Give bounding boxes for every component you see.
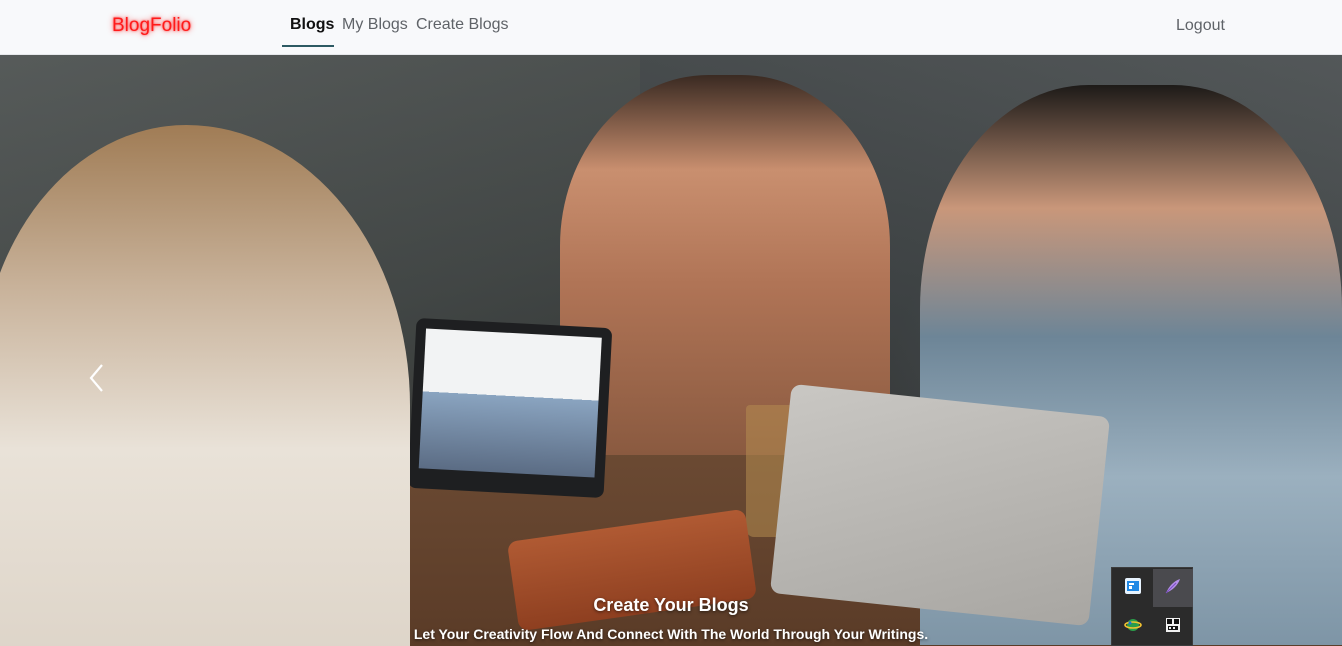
nav-link-blogs[interactable]: Blogs — [290, 16, 334, 34]
hero-carousel: Create Your Blogs Let Your Creativity Fl… — [0, 55, 1342, 646]
tray-item-network[interactable] — [1113, 608, 1153, 646]
chevron-left-icon — [88, 363, 106, 398]
carousel-prev-button[interactable] — [80, 355, 114, 405]
nav-link-my-blogs[interactable]: My Blogs — [342, 16, 408, 34]
nav-link-create-blogs[interactable]: Create Blogs — [416, 16, 509, 34]
tray-item-feather[interactable] — [1153, 569, 1193, 607]
top-navbar: BlogFolio Blogs My Blogs Create Blogs Lo… — [0, 0, 1342, 55]
tray-item-window-app[interactable] — [1113, 569, 1153, 607]
system-tray-popup — [1111, 567, 1193, 646]
network-globe-icon — [1124, 616, 1142, 639]
active-tab-indicator — [282, 45, 334, 47]
window-app-icon — [1124, 577, 1142, 600]
tray-item-terminal-app[interactable] — [1153, 608, 1193, 646]
logout-link[interactable]: Logout — [1176, 17, 1225, 35]
photo-laptop-left — [407, 317, 613, 499]
brand-logo[interactable]: BlogFolio — [112, 15, 191, 37]
feather-icon — [1163, 576, 1183, 601]
terminal-app-icon — [1164, 616, 1182, 639]
photo-laptop-right — [769, 383, 1111, 627]
